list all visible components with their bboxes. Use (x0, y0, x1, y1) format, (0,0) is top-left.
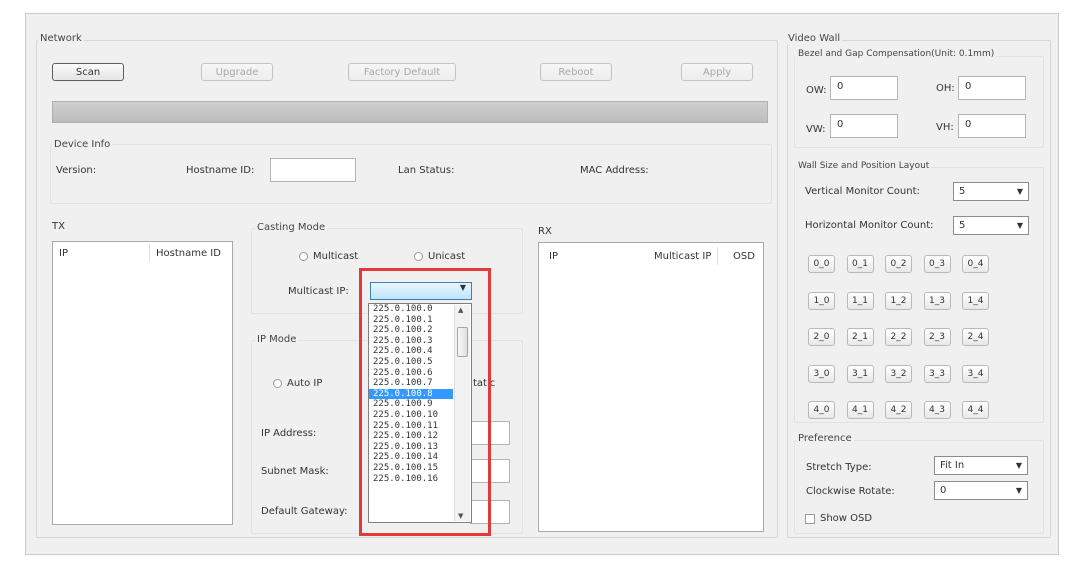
wall-cell-button[interactable]: 1_1 (846, 291, 874, 310)
wall-cell-button[interactable]: 0_0 (808, 255, 835, 273)
tx-list[interactable]: IP Hostname ID (52, 241, 233, 525)
wall-cell-button[interactable]: 1_3 (923, 291, 951, 310)
upgrade-button[interactable]: Upgrade (201, 63, 273, 81)
wall-cell-button[interactable]: 3_1 (846, 364, 874, 383)
highlight-box (359, 268, 491, 536)
progress-bar (52, 101, 768, 123)
oh-field[interactable]: 0 (958, 76, 1026, 100)
version-label: Version: (56, 165, 97, 176)
clockwise-rotate-label: Clockwise Rotate: (806, 486, 895, 497)
vertical-count-select[interactable]: 5 ▼ (953, 182, 1029, 201)
horizontal-count-label: Horizontal Monitor Count: (805, 220, 934, 231)
wall-cell-button[interactable]: 0_4 (962, 255, 989, 273)
wall-cell-button[interactable]: 4_2 (885, 401, 912, 419)
apply-button[interactable]: Apply (681, 63, 753, 81)
vh-field[interactable]: 0 (958, 114, 1026, 138)
wall-cell-button[interactable]: 4_4 (962, 401, 989, 419)
wall-cell-button[interactable]: 3_0 (808, 364, 835, 383)
ip-address-label: IP Address: (261, 428, 317, 439)
multicast-label: Multicast (313, 251, 359, 262)
hostname-label: Hostname ID: (186, 165, 255, 176)
wall-cell-button[interactable]: 0_3 (923, 255, 951, 273)
wall-cell-button[interactable]: 2_3 (923, 328, 951, 346)
preference-title: Preference (796, 433, 854, 444)
lan-status-label: Lan Status: (398, 165, 455, 176)
wall-cell-button[interactable]: 3_4 (962, 364, 989, 383)
clockwise-rotate-select[interactable]: 0 ▼ (934, 481, 1028, 500)
vh-label: VH: (936, 122, 954, 133)
device-info-title: Device Info (52, 139, 113, 150)
mac-address-label: MAC Address: (580, 165, 649, 176)
subnet-mask-label: Subnet Mask: (261, 466, 329, 477)
rx-col-multicast-ip: Multicast IP (654, 251, 712, 262)
clockwise-rotate-value: 0 (940, 485, 947, 496)
unicast-radio[interactable] (414, 252, 423, 261)
wall-cell-button[interactable]: 1_0 (808, 291, 835, 310)
tx-title: TX (52, 221, 65, 232)
vw-field[interactable]: 0 (830, 114, 898, 138)
chevron-down-icon: ▼ (1016, 187, 1023, 196)
wall-cell-button[interactable]: 1_2 (885, 291, 912, 310)
network-title: Network (38, 33, 84, 44)
tx-col-hostname: Hostname ID (156, 248, 221, 259)
vw-label: VW: (806, 124, 826, 135)
wall-cell-button[interactable]: 0_2 (885, 255, 912, 273)
rx-col-osd: OSD (733, 251, 755, 262)
wall-cell-button[interactable]: 3_3 (923, 364, 951, 383)
wall-cell-button[interactable]: 1_4 (962, 291, 989, 310)
wall-cell-button[interactable]: 4_3 (923, 401, 951, 419)
video-wall-title: Video Wall (786, 33, 843, 44)
stretch-type-select[interactable]: Fit In ▼ (934, 456, 1028, 475)
rx-list[interactable]: IP Multicast IP OSD (538, 242, 764, 532)
wall-cell-button[interactable]: 2_4 (962, 328, 989, 346)
tx-header-divider (149, 244, 150, 262)
wall-cell-button[interactable]: 4_1 (846, 401, 874, 419)
scan-button[interactable]: Scan (52, 63, 124, 81)
multicast-radio[interactable] (299, 252, 308, 261)
vertical-count-value: 5 (959, 186, 966, 197)
show-osd-label: Show OSD (820, 513, 873, 524)
reboot-button[interactable]: Reboot (540, 63, 612, 81)
unicast-label: Unicast (428, 251, 466, 262)
bezel-title: Bezel and Gap Compensation(Unit: 0.1mm) (796, 49, 997, 59)
show-osd-checkbox[interactable] (805, 514, 815, 524)
rx-header-divider (717, 247, 718, 265)
wall-cell-button[interactable]: 2_0 (808, 328, 835, 346)
chevron-down-icon: ▼ (1016, 221, 1023, 230)
wall-cell-button[interactable]: 4_0 (808, 401, 835, 419)
chevron-down-icon: ▼ (1015, 486, 1022, 495)
oh-label: OH: (936, 83, 955, 94)
auto-ip-label: Auto IP (287, 378, 323, 389)
rx-col-ip: IP (549, 251, 558, 262)
hostname-field[interactable] (270, 158, 356, 182)
wall-cell-button[interactable]: 0_1 (846, 255, 874, 273)
chevron-down-icon: ▼ (1015, 461, 1022, 470)
default-gateway-label: Default Gateway: (261, 506, 348, 517)
stretch-type-value: Fit In (940, 460, 965, 471)
wall-cell-button[interactable]: 3_2 (885, 364, 912, 383)
wall-cell-button[interactable]: 2_1 (846, 328, 874, 346)
horizontal-count-select[interactable]: 5 ▼ (953, 216, 1029, 235)
wall-cell-button[interactable]: 2_2 (885, 328, 912, 346)
layout-title: Wall Size and Position Layout (796, 161, 932, 171)
ow-label: OW: (806, 85, 827, 96)
ow-field[interactable]: 0 (830, 76, 898, 100)
vertical-count-label: Vertical Monitor Count: (805, 186, 920, 197)
casting-mode-title: Casting Mode (255, 222, 328, 233)
multicast-ip-label: Multicast IP: (288, 286, 349, 297)
ip-mode-title: IP Mode (255, 334, 299, 345)
auto-ip-radio[interactable] (273, 379, 282, 388)
factory-default-button[interactable]: Factory Default (348, 63, 456, 81)
tx-col-ip: IP (59, 248, 68, 259)
horizontal-count-value: 5 (959, 220, 966, 231)
rx-title: RX (538, 226, 552, 237)
stretch-type-label: Stretch Type: (806, 462, 872, 473)
